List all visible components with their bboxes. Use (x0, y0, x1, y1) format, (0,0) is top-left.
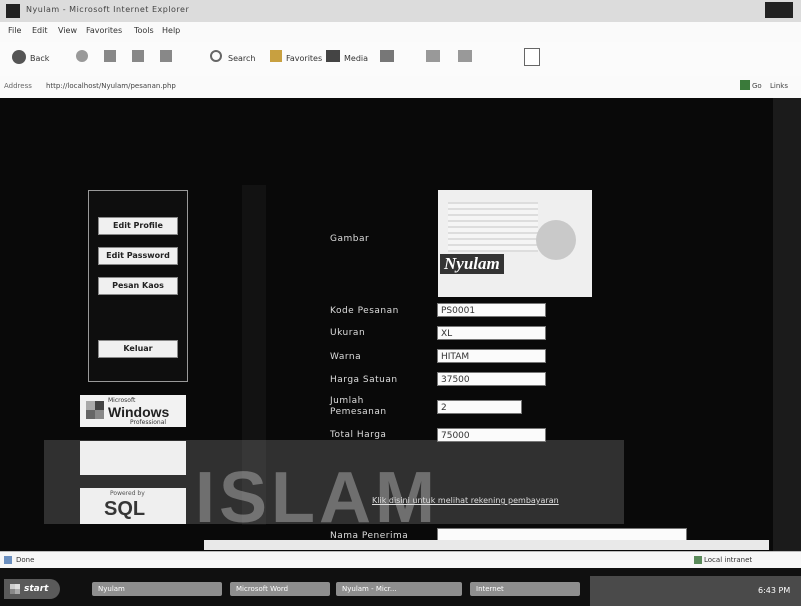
print-icon[interactable] (458, 50, 472, 62)
window-title: Nyulam - Microsoft Internet Explorer (26, 5, 190, 14)
links-button[interactable]: Links (770, 82, 788, 90)
kode-pesanan-label: Kode Pesanan (330, 306, 399, 316)
taskbar-item-internet[interactable]: Internet (470, 582, 580, 596)
edit-icon[interactable] (524, 48, 540, 66)
horizontal-scrollbar[interactable] (204, 540, 769, 550)
image-caption: Nyulam (440, 254, 504, 274)
taskbar-item-browser[interactable]: Nyulam - Micr... (336, 582, 462, 596)
windows-logo-edition: Professional (130, 419, 167, 426)
scrollbar[interactable] (773, 98, 801, 551)
start-flag-icon (10, 584, 20, 594)
status-text: Done (16, 556, 35, 564)
ukuran-label: Ukuran (330, 328, 366, 338)
start-label[interactable]: start (24, 584, 48, 594)
warna-field[interactable]: HITAM (437, 349, 546, 363)
warna-label: Warna (330, 352, 362, 362)
ukuran-field[interactable]: XL (437, 326, 546, 340)
taskbar-item-nyulam[interactable]: Nyulam (92, 582, 222, 596)
clock: 6:43 PM (758, 586, 791, 595)
back-icon[interactable] (12, 50, 26, 64)
media-button[interactable]: Media (344, 54, 368, 63)
favorites-button[interactable]: Favorites (286, 54, 322, 63)
total-harga-label: Total Harga (330, 430, 387, 440)
ie-icon (6, 4, 20, 18)
menu-favorites[interactable]: Favorites (86, 26, 122, 35)
toolbar (0, 42, 801, 76)
address-input[interactable]: http://localhost/Nyulam/pesanan.php (46, 82, 176, 90)
zone-text: Local intranet (704, 556, 753, 564)
taskbar-item-word[interactable]: Microsoft Word (230, 582, 330, 596)
windows-flag-icon (86, 401, 104, 419)
menu-edit[interactable]: Edit (32, 26, 48, 35)
keluar-button[interactable]: Keluar (98, 340, 178, 358)
image-figure (536, 220, 576, 260)
image-pattern (448, 202, 538, 252)
address-label: Address (4, 82, 32, 90)
harga-satuan-field[interactable]: 37500 (437, 372, 546, 386)
total-harga-field[interactable]: 75000 (437, 428, 546, 442)
windows-logo-brand: Windows (108, 404, 170, 420)
edit-password-button[interactable]: Edit Password (98, 247, 178, 265)
search-icon[interactable] (210, 50, 222, 62)
status-bar (0, 551, 801, 569)
product-image: Nyulam (438, 190, 592, 297)
media-icon[interactable] (326, 50, 340, 62)
mail-icon[interactable] (426, 50, 440, 62)
windows-logo: Microsoft Windows Professional (80, 395, 186, 427)
refresh-icon[interactable] (132, 50, 144, 62)
back-button[interactable]: Back (30, 54, 49, 63)
favorites-icon[interactable] (270, 50, 282, 62)
jumlah-pemesanan-label: Jumlah Pemesanan (330, 396, 387, 417)
menu-help[interactable]: Help (162, 26, 180, 35)
menu-view[interactable]: View (58, 26, 77, 35)
search-button[interactable]: Search (228, 54, 255, 63)
rekening-link[interactable]: Klik disini untuk melihat rekening pemba… (372, 496, 559, 505)
page-icon (4, 556, 12, 564)
intranet-icon (694, 556, 702, 564)
forward-icon[interactable] (76, 50, 88, 62)
image-label: Gambar (330, 234, 370, 244)
menu-file[interactable]: File (8, 26, 21, 35)
home-icon[interactable] (160, 50, 172, 62)
window-controls[interactable] (765, 2, 793, 18)
history-icon[interactable] (380, 50, 394, 62)
go-button[interactable]: Go (752, 82, 762, 90)
go-arrow-icon[interactable] (740, 80, 750, 90)
windows-logo-small: Microsoft (108, 397, 136, 404)
kode-pesanan-field[interactable]: PS0001 (437, 303, 546, 317)
pesan-kaos-button[interactable]: Pesan Kaos (98, 277, 178, 295)
harga-satuan-label: Harga Satuan (330, 375, 398, 385)
stop-icon[interactable] (104, 50, 116, 62)
menu-tools[interactable]: Tools (134, 26, 154, 35)
jumlah-pemesanan-field[interactable]: 2 (437, 400, 522, 414)
edit-profile-button[interactable]: Edit Profile (98, 217, 178, 235)
